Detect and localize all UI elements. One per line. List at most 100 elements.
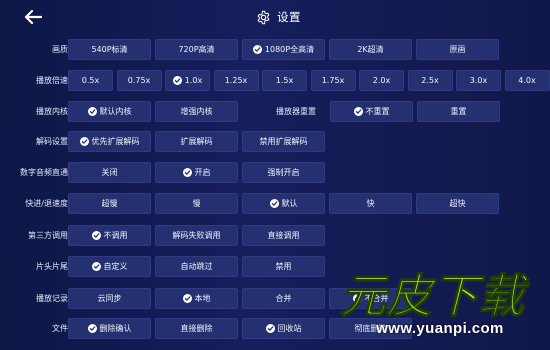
option-label: 直接调用 (267, 231, 300, 240)
option-label: 0.5x (81, 76, 100, 85)
option-label: 关闭 (101, 168, 118, 177)
option-label: 默认内核 (99, 107, 132, 116)
option-button[interactable]: 2K超清 (329, 39, 412, 60)
check-icon (265, 324, 275, 333)
option-label: 扩展解码 (180, 137, 213, 146)
row-label: 画质 (52, 45, 68, 54)
option-button[interactable]: 0.5x (68, 70, 113, 91)
option-button[interactable]: 禁用 (242, 256, 325, 277)
option-label: 彻底删除 (354, 324, 387, 333)
option-label: 原画 (449, 45, 466, 54)
option-label: 720P高清 (178, 45, 215, 54)
check-icon (91, 262, 101, 271)
option-button[interactable]: 超快 (416, 193, 499, 214)
option-button[interactable]: 540P标清 (68, 39, 151, 60)
arrow-left-icon (24, 10, 42, 24)
option-button[interactable]: 开启 (155, 162, 238, 183)
option-label: 不重置 (365, 107, 390, 116)
check-icon (87, 107, 97, 116)
row-label: 播放记录 (36, 294, 68, 303)
option-button[interactable]: 1.0x (165, 70, 210, 91)
option-button[interactable]: 扩展解码 (155, 131, 238, 152)
check-icon (269, 199, 279, 208)
option-label: 快 (366, 199, 375, 208)
option-label: 0.75x (127, 76, 151, 85)
option-label: 3.0x (469, 76, 488, 85)
option-label: 禁用扩展解码 (259, 137, 308, 146)
option-button[interactable]: 1.75x (310, 70, 356, 91)
option-button[interactable]: 不调用 (68, 225, 151, 246)
page-title-group: 设置 (256, 7, 301, 27)
check-icon (79, 137, 89, 146)
row-label: 解码设置 (36, 137, 68, 146)
option-button[interactable]: 1.25x (213, 70, 259, 91)
option-button-secondary[interactable]: 重置 (417, 101, 500, 122)
option-button[interactable]: 2.0x (359, 70, 404, 91)
option-label: 回收站 (277, 324, 302, 333)
check-icon (182, 168, 192, 177)
option-button[interactable]: 默认内核 (68, 101, 151, 122)
option-label: 4.0x (518, 76, 536, 85)
option-button-secondary[interactable]: 不重置 (330, 101, 413, 122)
option-label: 合并 (275, 294, 292, 303)
option-button[interactable]: 不合并 (329, 288, 412, 309)
option-button[interactable]: 直接删除 (155, 318, 238, 339)
option-button[interactable]: 关闭 (68, 162, 151, 183)
option-button[interactable]: 自动跳过 (155, 256, 238, 277)
option-button[interactable]: 自定义 (68, 256, 151, 277)
back-button[interactable] (22, 8, 44, 26)
option-button[interactable]: 1.5x (262, 70, 307, 91)
option-button[interactable]: 超慢 (68, 193, 151, 214)
check-icon (87, 324, 97, 333)
option-button[interactable]: 强制开启 (242, 162, 325, 183)
option-label: 1080P全高清 (264, 45, 315, 54)
option-button[interactable]: 原画 (416, 39, 499, 60)
check-icon (91, 231, 101, 240)
page-title: 设置 (277, 10, 301, 24)
option-button[interactable]: 720P高清 (155, 39, 238, 60)
option-button[interactable]: 增强内核 (155, 101, 238, 122)
option-button[interactable]: 1080P全高清 (242, 39, 325, 60)
row-label: 片头片尾 (36, 262, 68, 271)
row-label-secondary: 播放器重置 (276, 107, 316, 116)
option-button[interactable]: 0.75x (116, 70, 162, 91)
option-button[interactable]: 4.0x (504, 70, 550, 91)
option-button[interactable]: 2.5x (407, 70, 453, 91)
option-button[interactable]: 优先扩展解码 (68, 131, 151, 152)
option-label: 禁用 (275, 262, 292, 271)
option-label: 默认 (281, 199, 298, 208)
option-label: 540P标清 (91, 45, 128, 54)
option-button[interactable]: 合并 (242, 288, 325, 309)
option-button[interactable]: 回收站 (242, 318, 325, 339)
option-label: 1.25x (224, 76, 248, 85)
check-icon (182, 294, 192, 303)
option-label: 1.75x (321, 76, 345, 85)
option-label: 1.5x (275, 76, 294, 85)
check-icon (172, 76, 182, 85)
option-button[interactable]: 慢 (155, 193, 238, 214)
option-button[interactable]: 快 (329, 193, 412, 214)
option-label: 2K超清 (357, 45, 384, 54)
option-button[interactable]: 禁用扩展解码 (242, 131, 325, 152)
option-label: 优先扩展解码 (91, 137, 140, 146)
row-label: 第三方调用 (28, 231, 68, 240)
option-button[interactable]: 删除确认 (68, 318, 151, 339)
option-label: 解码失败调用 (172, 231, 221, 240)
option-label: 不合并 (364, 294, 389, 303)
option-button[interactable]: 云同步 (68, 288, 151, 309)
check-icon (353, 107, 363, 116)
option-label: 强制开启 (267, 168, 300, 177)
option-button[interactable]: 本地 (155, 288, 238, 309)
option-button[interactable]: 3.0x (456, 70, 501, 91)
option-button[interactable]: 默认 (242, 193, 325, 214)
option-label: 超慢 (101, 199, 118, 208)
option-button[interactable]: 彻底删除 (329, 318, 412, 339)
option-label: 2.5x (421, 76, 439, 85)
row-label: 播放内核 (36, 107, 68, 116)
option-button[interactable]: 直接调用 (242, 225, 325, 246)
option-label: 直接删除 (180, 324, 213, 333)
check-icon (352, 294, 362, 303)
option-label: 本地 (194, 294, 211, 303)
option-label: 自动跳过 (180, 262, 213, 271)
option-button[interactable]: 解码失败调用 (155, 225, 238, 246)
